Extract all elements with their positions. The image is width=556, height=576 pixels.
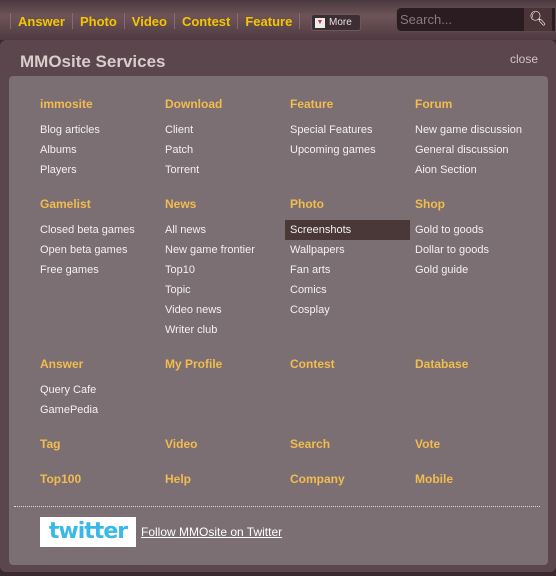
- panel-title: MMOsite Services: [20, 52, 166, 71]
- nav-separator: [123, 13, 125, 29]
- section-my-profile: My Profile: [165, 357, 222, 380]
- services-panel: MMOsite Services close twitter Follow MM…: [0, 40, 556, 572]
- section-gamelist: Gamelist Closed beta games Open beta games…: [40, 197, 160, 280]
- menu-item[interactable]: New game discussion: [410, 120, 535, 140]
- section-database: Database: [415, 357, 468, 380]
- section-heading[interactable]: Photo: [290, 197, 410, 220]
- menu-item[interactable]: Patch: [160, 140, 285, 160]
- menu-item[interactable]: Video news: [160, 300, 285, 320]
- menu-item[interactable]: Gold guide: [410, 260, 535, 280]
- menu-item[interactable]: Writer club: [160, 320, 285, 340]
- menu-item[interactable]: Top10: [160, 260, 285, 280]
- nav-contest[interactable]: Contest: [182, 14, 230, 29]
- menu-item[interactable]: Torrent: [160, 160, 285, 180]
- nav-separator: [237, 13, 239, 29]
- section-help: Help: [165, 472, 191, 495]
- menu-item[interactable]: Wallpapers: [285, 240, 410, 260]
- search-button[interactable]: 🔍︎: [524, 8, 552, 31]
- section-heading[interactable]: Video: [165, 437, 197, 460]
- menu-item[interactable]: Upcoming games: [285, 140, 410, 160]
- divider: [14, 506, 540, 507]
- menu-item[interactable]: Fan arts: [285, 260, 410, 280]
- menu-item[interactable]: Query Cafe: [35, 380, 160, 400]
- services-grid: twitter Follow MMOsite on Twitter immosi…: [9, 76, 548, 565]
- twitter-follow-link[interactable]: Follow MMOsite on Twitter: [141, 525, 282, 539]
- menu-item[interactable]: Open beta games: [35, 240, 160, 260]
- menu-item[interactable]: Gold to goods: [410, 220, 535, 240]
- menu-item[interactable]: Screenshots: [285, 220, 410, 240]
- section-heading[interactable]: My Profile: [165, 357, 222, 380]
- menu-item[interactable]: Free games: [35, 260, 160, 280]
- section-heading[interactable]: Download: [165, 97, 285, 120]
- menu-item[interactable]: Aion Section: [410, 160, 535, 180]
- menu-item[interactable]: Comics: [285, 280, 410, 300]
- search-input[interactable]: [400, 11, 520, 28]
- search-box: 🔍︎: [396, 7, 556, 32]
- menu-item[interactable]: Topic: [160, 280, 285, 300]
- menu-item[interactable]: Albums: [35, 140, 160, 160]
- section-search: Search: [290, 437, 330, 460]
- menu-item[interactable]: Cosplay: [285, 300, 410, 320]
- section-mobile: Mobile: [415, 472, 453, 495]
- nav-separator: [10, 13, 11, 29]
- nav-video[interactable]: Video: [132, 14, 167, 29]
- main-nav: Answer Photo Video Contest Feature: [3, 13, 307, 29]
- section-heading[interactable]: Mobile: [415, 472, 453, 495]
- section-heading[interactable]: Company: [290, 472, 345, 495]
- section-immosite: immosite Blog articles Albums Players: [40, 97, 160, 180]
- dropdown-icon: ▼: [315, 17, 325, 28]
- section-heading[interactable]: immosite: [40, 97, 160, 120]
- section-vote: Vote: [415, 437, 440, 460]
- section-heading[interactable]: Help: [165, 472, 191, 495]
- section-heading[interactable]: Vote: [415, 437, 440, 460]
- nav-separator: [299, 13, 301, 29]
- section-heading[interactable]: Search: [290, 437, 330, 460]
- section-photo: Photo Screenshots Wallpapers Fan arts Comics…: [285, 197, 410, 320]
- menu-item[interactable]: General discussion: [410, 140, 535, 160]
- section-forum: Forum New game discussion General discussi…: [415, 97, 535, 180]
- section-heading[interactable]: Tag: [40, 437, 60, 460]
- section-heading[interactable]: Shop: [415, 197, 535, 220]
- section-company: Company: [290, 472, 345, 495]
- menu-item[interactable]: All news: [160, 220, 285, 240]
- more-button[interactable]: ▼ More: [311, 14, 361, 31]
- section-heading[interactable]: Contest: [290, 357, 335, 380]
- section-heading[interactable]: Forum: [415, 97, 535, 120]
- menu-item[interactable]: Players: [35, 160, 160, 180]
- menu-item[interactable]: New game frontier: [160, 240, 285, 260]
- menu-item[interactable]: GamePedia: [35, 400, 160, 420]
- section-heading[interactable]: News: [165, 197, 285, 220]
- section-heading[interactable]: Feature: [290, 97, 410, 120]
- close-button[interactable]: close: [510, 52, 538, 66]
- nav-photo[interactable]: Photo: [80, 14, 117, 29]
- section-heading[interactable]: Gamelist: [40, 197, 160, 220]
- nav-separator: [71, 13, 73, 29]
- menu-item[interactable]: Blog articles: [35, 120, 160, 140]
- section-shop: Shop Gold to goods Dollar to goods Gold gui…: [415, 197, 535, 280]
- section-heading[interactable]: Database: [415, 357, 468, 380]
- nav-separator: [173, 13, 175, 29]
- twitter-logo[interactable]: twitter: [40, 517, 136, 547]
- menu-item[interactable]: Dollar to goods: [410, 240, 535, 260]
- menu-item[interactable]: Closed beta games: [35, 220, 160, 240]
- section-news: News All news New game frontier Top10 Topic V…: [165, 197, 285, 340]
- section-heading[interactable]: Answer: [40, 357, 160, 380]
- section-tag: Tag: [40, 437, 60, 460]
- section-contest: Contest: [290, 357, 335, 380]
- section-video: Video: [165, 437, 197, 460]
- nav-feature[interactable]: Feature: [245, 14, 292, 29]
- menu-item[interactable]: Special Features: [285, 120, 410, 140]
- more-label: More: [329, 17, 352, 28]
- section-answer: Answer Query Cafe GamePedia: [40, 357, 160, 420]
- search-icon: 🔍︎: [529, 11, 547, 27]
- section-top100: Top100: [40, 472, 81, 495]
- section-heading[interactable]: Top100: [40, 472, 81, 495]
- nav-answer[interactable]: Answer: [18, 14, 65, 29]
- section-download: Download Client Patch Torrent: [165, 97, 285, 180]
- section-feature: Feature Special Features Upcoming games: [290, 97, 410, 160]
- menu-item[interactable]: Client: [160, 120, 285, 140]
- top-nav-bar: Answer Photo Video Contest Feature ▼ More 🔍︎: [0, 0, 556, 40]
